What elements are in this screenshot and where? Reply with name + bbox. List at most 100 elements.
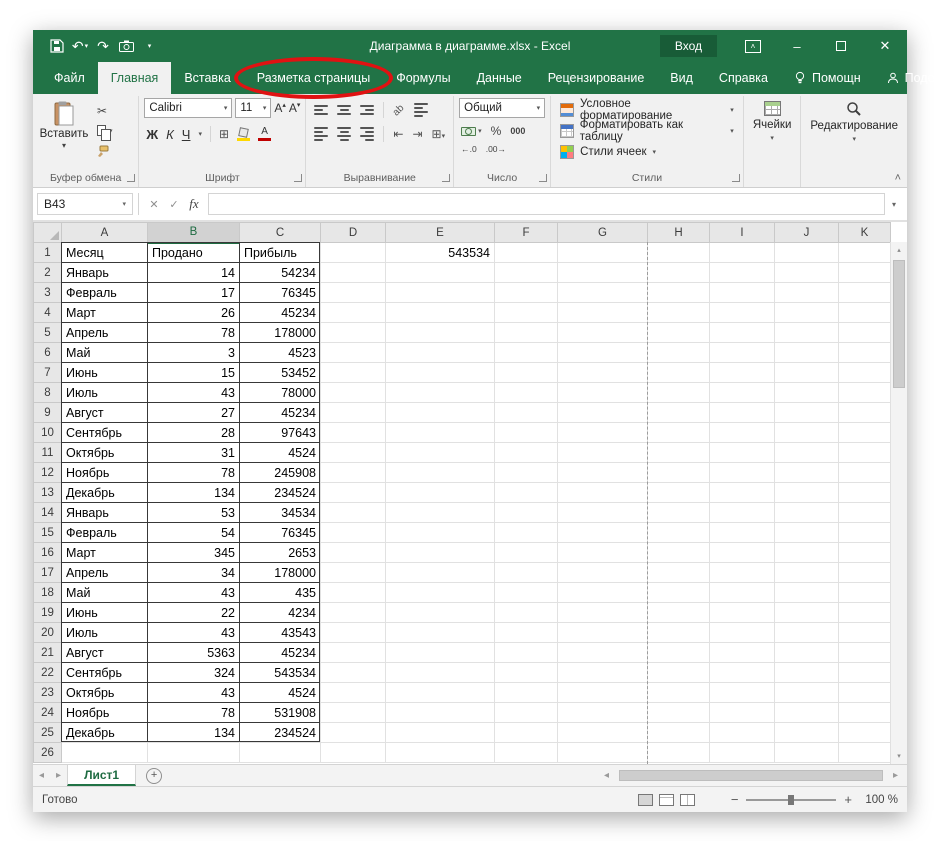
cell-A13[interactable]: Декабрь <box>61 482 148 503</box>
cell-E16[interactable] <box>385 542 495 563</box>
alignment-dialog-launcher[interactable] <box>442 174 451 182</box>
close-button[interactable]: ✕ <box>863 30 907 62</box>
cell-A22[interactable]: Сентябрь <box>61 662 148 683</box>
cell-B5[interactable]: 78 <box>147 322 240 343</box>
row-header-1[interactable]: 1 <box>33 242 62 263</box>
cell-A26[interactable] <box>61 742 148 763</box>
row-header-24[interactable]: 24 <box>33 702 62 723</box>
sheet-tab-list1[interactable]: Лист1 <box>67 765 137 786</box>
cell-B3[interactable]: 17 <box>147 282 240 303</box>
row-header-25[interactable]: 25 <box>33 722 62 743</box>
cell-I11[interactable] <box>709 442 775 463</box>
cell-E19[interactable] <box>385 602 495 623</box>
cell-K11[interactable] <box>838 442 891 463</box>
cell-D8[interactable] <box>320 382 386 403</box>
cell-C19[interactable]: 4234 <box>239 602 321 623</box>
cell-D13[interactable] <box>320 482 386 503</box>
row-header-14[interactable]: 14 <box>33 502 62 523</box>
cell-C3[interactable]: 76345 <box>239 282 321 303</box>
sign-in-button[interactable]: Вход <box>659 35 717 57</box>
cell-styles-button[interactable]: Стили ячеек ▾ <box>556 141 738 162</box>
cell-C6[interactable]: 4523 <box>239 342 321 363</box>
scroll-up-icon[interactable]: ▴ <box>897 246 901 254</box>
cell-I18[interactable] <box>709 582 775 603</box>
cell-F1[interactable] <box>494 242 558 263</box>
tab-insert[interactable]: Вставка <box>171 62 243 94</box>
cell-F10[interactable] <box>494 422 558 443</box>
cell-F15[interactable] <box>494 522 558 543</box>
cell-K13[interactable] <box>838 482 891 503</box>
cell-J21[interactable] <box>774 642 839 663</box>
row-header-3[interactable]: 3 <box>33 282 62 303</box>
column-header-B[interactable]: B <box>147 222 240 244</box>
minimize-button[interactable]: – <box>775 30 819 62</box>
insert-function-button[interactable]: fx <box>184 196 204 212</box>
cell-F24[interactable] <box>494 702 558 723</box>
cell-H25[interactable] <box>647 722 710 743</box>
cell-J1[interactable] <box>774 242 839 263</box>
cell-I14[interactable] <box>709 502 775 523</box>
font-name-combo[interactable]: Calibri ▾ <box>144 98 233 118</box>
cell-K2[interactable] <box>838 262 891 283</box>
cell-K7[interactable] <box>838 362 891 383</box>
row-header-26[interactable]: 26 <box>33 742 62 763</box>
cell-H6[interactable] <box>647 342 710 363</box>
number-format-combo[interactable]: Общий ▾ <box>459 98 546 118</box>
conditional-formatting-button[interactable]: Условное форматирование ▾ <box>556 98 738 122</box>
cell-J13[interactable] <box>774 482 839 503</box>
cell-G9[interactable] <box>557 402 648 423</box>
orientation-button[interactable]: ab <box>391 102 407 118</box>
cell-F22[interactable] <box>494 662 558 683</box>
cell-C9[interactable]: 45234 <box>239 402 321 423</box>
cell-B8[interactable]: 43 <box>147 382 240 403</box>
cell-I16[interactable] <box>709 542 775 563</box>
cell-F19[interactable] <box>494 602 558 623</box>
cell-J26[interactable] <box>774 742 839 763</box>
cell-B15[interactable]: 54 <box>147 522 240 543</box>
row-header-7[interactable]: 7 <box>33 362 62 383</box>
cell-G6[interactable] <box>557 342 648 363</box>
cell-E7[interactable] <box>385 362 495 383</box>
cell-J11[interactable] <box>774 442 839 463</box>
cell-A7[interactable]: Июнь <box>61 362 148 383</box>
column-header-A[interactable]: A <box>61 222 148 243</box>
cell-E26[interactable] <box>385 742 495 763</box>
cell-J15[interactable] <box>774 522 839 543</box>
cell-C23[interactable]: 4524 <box>239 682 321 703</box>
tab-view[interactable]: Вид <box>657 62 706 94</box>
cell-J8[interactable] <box>774 382 839 403</box>
cell-J7[interactable] <box>774 362 839 383</box>
horizontal-scrollbar-thumb[interactable] <box>618 770 883 781</box>
column-header-D[interactable]: D <box>320 222 386 243</box>
cell-A21[interactable]: Август <box>61 642 148 663</box>
cell-A11[interactable]: Октябрь <box>61 442 148 463</box>
cell-I7[interactable] <box>709 362 775 383</box>
cell-H2[interactable] <box>647 262 710 283</box>
cell-E9[interactable] <box>385 402 495 423</box>
increase-font-button[interactable]: А ▴ <box>274 101 286 115</box>
tab-page-layout[interactable]: Разметка страницы <box>244 62 383 94</box>
zoom-slider-thumb[interactable] <box>788 794 795 805</box>
cell-K5[interactable] <box>838 322 891 343</box>
cell-H21[interactable] <box>647 642 710 663</box>
cell-G21[interactable] <box>557 642 648 663</box>
cell-H4[interactable] <box>647 302 710 323</box>
cell-H1[interactable] <box>647 242 710 263</box>
cell-A19[interactable]: Июнь <box>61 602 148 623</box>
cell-G19[interactable] <box>557 602 648 623</box>
tab-formulas[interactable]: Формулы <box>383 62 463 94</box>
cell-C24[interactable]: 531908 <box>239 702 321 723</box>
underline-button[interactable]: Ч <box>182 127 191 142</box>
cell-D5[interactable] <box>320 322 386 343</box>
cell-J19[interactable] <box>774 602 839 623</box>
cell-F14[interactable] <box>494 502 558 523</box>
cell-F26[interactable] <box>494 742 558 763</box>
cell-B7[interactable]: 15 <box>147 362 240 383</box>
cell-E2[interactable] <box>385 262 495 283</box>
cell-H3[interactable] <box>647 282 710 303</box>
customize-qat-button[interactable]: ▾ <box>139 35 159 57</box>
cell-F5[interactable] <box>494 322 558 343</box>
cell-D4[interactable] <box>320 302 386 323</box>
cell-I25[interactable] <box>709 722 775 743</box>
cell-E23[interactable] <box>385 682 495 703</box>
